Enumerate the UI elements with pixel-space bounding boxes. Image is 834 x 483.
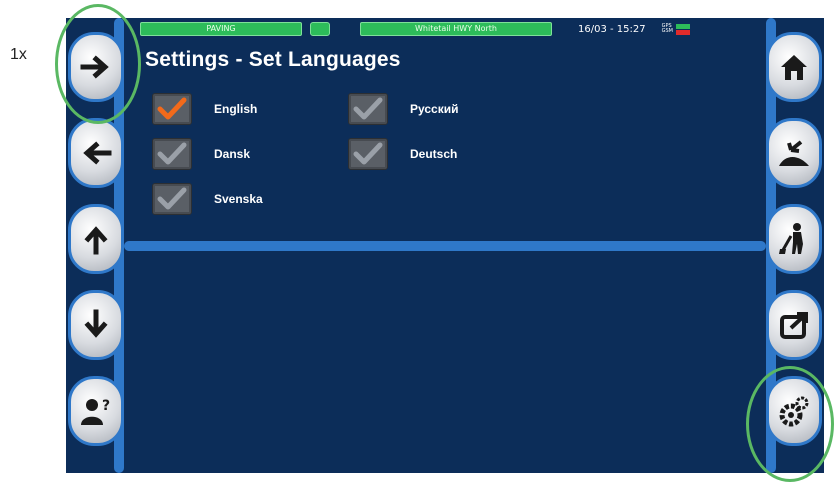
export-icon bbox=[780, 312, 808, 339]
connection-indicator bbox=[310, 22, 330, 36]
check-icon bbox=[353, 142, 383, 165]
help-button[interactable]: ? bbox=[68, 376, 124, 446]
language-label: English bbox=[214, 102, 258, 116]
language-option-english[interactable]: English bbox=[152, 93, 257, 125]
device-screen: PAVING Whitetail HWY North 16/03 - 15:27… bbox=[66, 18, 824, 473]
home-icon bbox=[781, 55, 807, 80]
home-button[interactable] bbox=[766, 32, 822, 102]
annotation-step-label: 1x bbox=[10, 46, 27, 63]
user-help-icon: ? bbox=[81, 398, 110, 425]
arrow-down-icon bbox=[84, 309, 108, 338]
check-icon bbox=[157, 187, 187, 210]
export-button[interactable] bbox=[766, 290, 822, 360]
svg-text:?: ? bbox=[102, 398, 110, 414]
language-label: Dansk bbox=[214, 147, 251, 161]
gsm-status-bar bbox=[675, 29, 690, 35]
down-button[interactable] bbox=[68, 290, 124, 360]
check-icon bbox=[157, 97, 187, 120]
language-label: Русский bbox=[410, 102, 459, 116]
language-option-danish[interactable]: Dansk bbox=[152, 138, 250, 170]
arrow-left-icon bbox=[83, 141, 112, 165]
arrow-right-icon bbox=[80, 55, 109, 79]
panel-divider bbox=[124, 241, 766, 251]
gps-status-bar bbox=[675, 23, 690, 29]
date-time: 16/03 - 15:27 bbox=[578, 23, 646, 35]
road-name: Whitetail HWY North bbox=[360, 22, 552, 36]
gsm-label: GSM bbox=[661, 28, 673, 34]
checkbox[interactable] bbox=[152, 183, 192, 215]
language-label: Svenska bbox=[214, 192, 263, 206]
check-icon bbox=[157, 142, 187, 165]
worker-icon bbox=[779, 223, 803, 254]
settings-button[interactable] bbox=[766, 376, 822, 446]
language-option-swedish[interactable]: Svenska bbox=[152, 183, 263, 215]
worker-button[interactable] bbox=[766, 204, 822, 274]
language-option-german[interactable]: Deutsch bbox=[348, 138, 457, 170]
mode-indicator: PAVING bbox=[140, 22, 302, 36]
up-button[interactable] bbox=[68, 204, 124, 274]
status-bar: PAVING Whitetail HWY North 16/03 - 15:27… bbox=[140, 22, 728, 36]
checkbox[interactable] bbox=[348, 93, 388, 125]
paving-button[interactable] bbox=[766, 118, 822, 188]
checkbox[interactable] bbox=[348, 138, 388, 170]
paving-icon bbox=[779, 140, 809, 166]
gears-icon bbox=[779, 396, 809, 427]
arrow-up-icon bbox=[84, 226, 108, 255]
gps-gsm-status: GPS GSM bbox=[661, 23, 690, 35]
language-option-russian[interactable]: Русский bbox=[348, 93, 459, 125]
next-button[interactable] bbox=[68, 32, 124, 102]
check-icon bbox=[353, 97, 383, 120]
language-label: Deutsch bbox=[410, 147, 458, 161]
checkbox[interactable] bbox=[152, 138, 192, 170]
back-button[interactable] bbox=[68, 118, 124, 188]
page-title: Settings - Set Languages bbox=[145, 48, 401, 71]
checkbox[interactable] bbox=[152, 93, 192, 125]
